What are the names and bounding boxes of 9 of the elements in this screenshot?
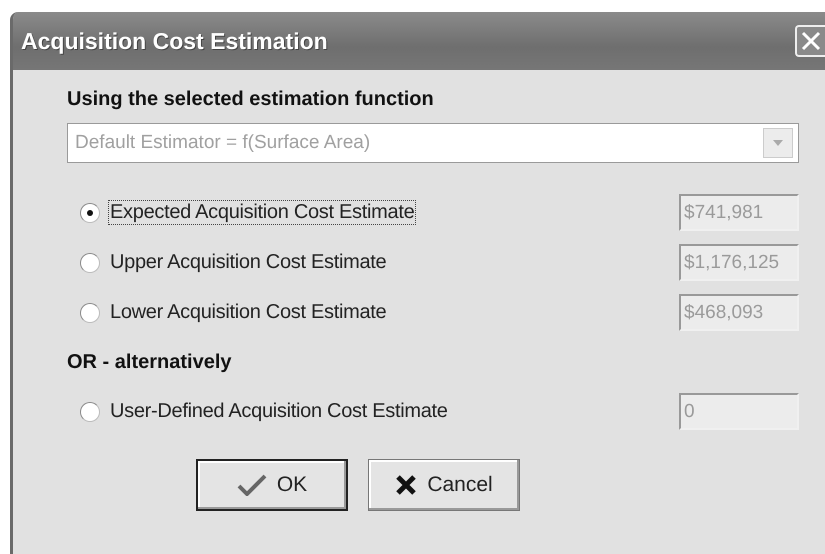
section-heading: OR - alternatively <box>67 351 232 374</box>
option-label: Upper Acquisition Cost Estimate <box>109 250 388 275</box>
option-label: Expected Acquisition Cost Estimate <box>108 200 416 225</box>
section-heading: Using the selected estimation function <box>67 88 434 111</box>
option-label: Lower Acquisition Cost Estimate <box>109 300 388 325</box>
cancel-button[interactable]: Cancel <box>368 459 520 511</box>
window-title: Acquisition Cost Estimation <box>21 28 328 54</box>
option-label: User-Defined Acquisition Cost Estimate <box>109 399 449 424</box>
ok-button[interactable]: OK <box>196 459 348 511</box>
